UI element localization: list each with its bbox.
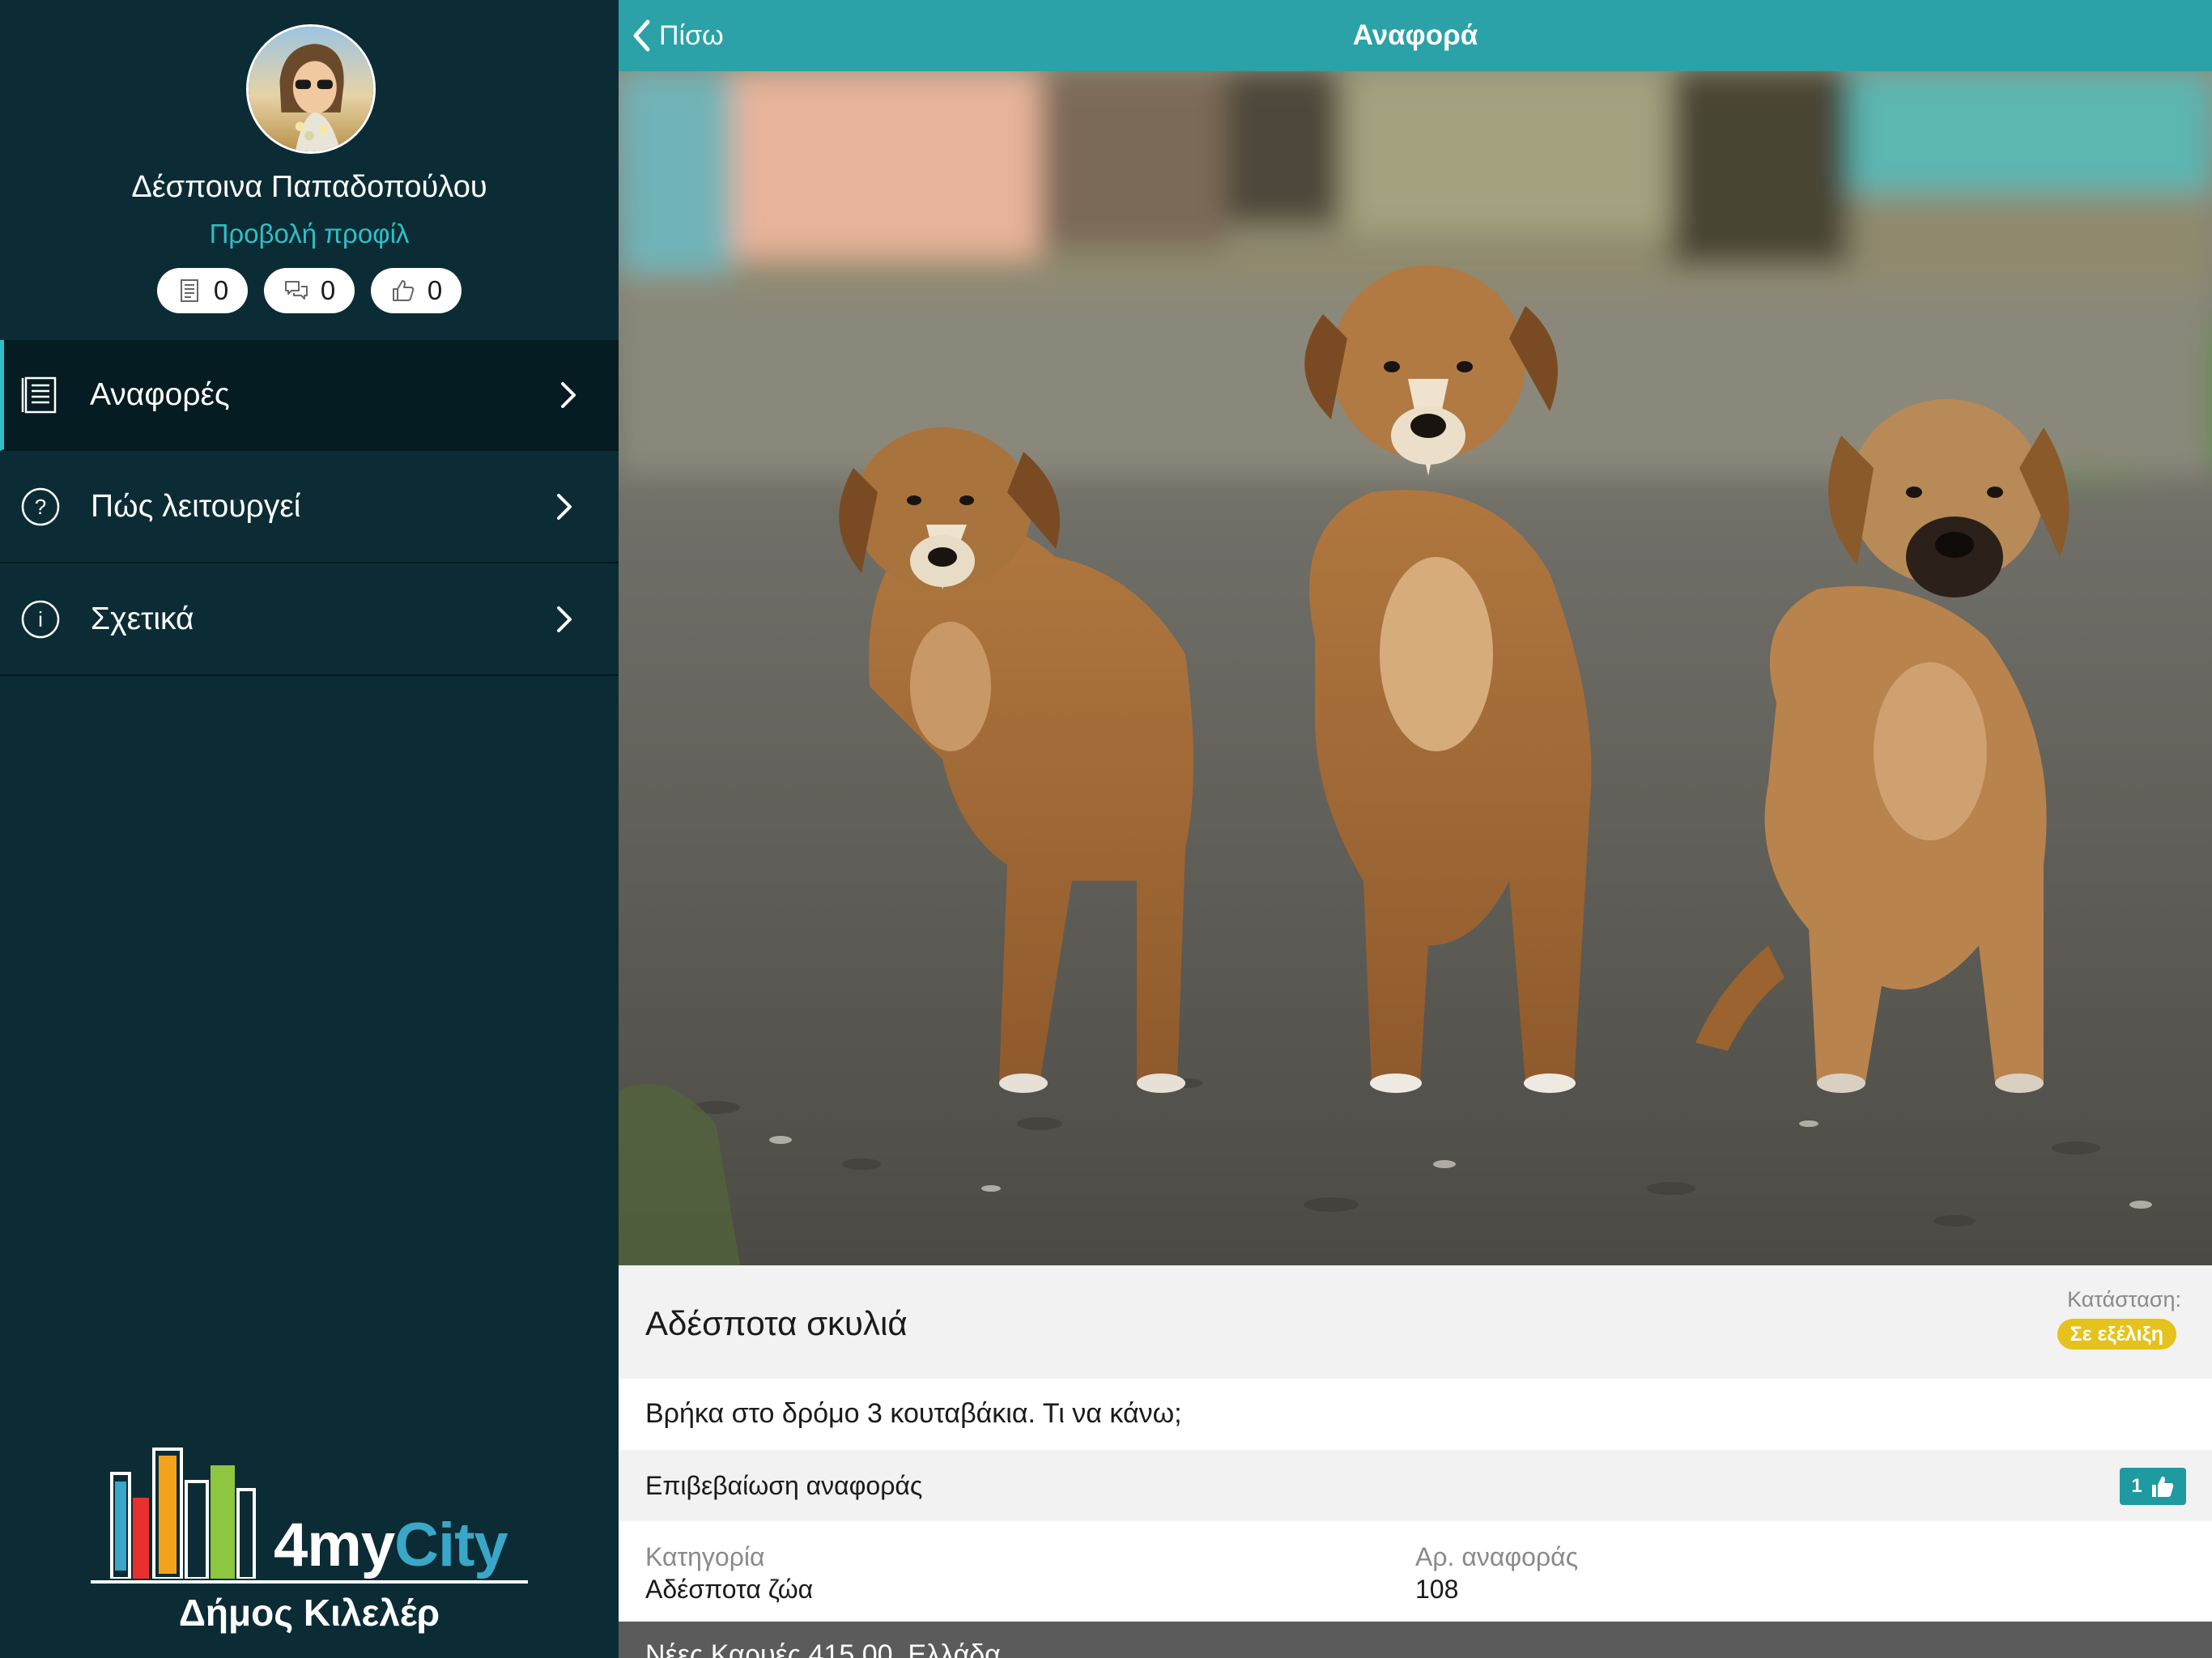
three-puppies-image <box>619 71 2212 1265</box>
sidebar-item-label: Σχετικά <box>91 601 194 636</box>
likes-count: 0 <box>427 275 443 305</box>
sidebar-menu: Αναφορές ? Πώς λειτουργεί i Σχετικά <box>0 340 619 676</box>
navigation-bar: Αναφορά Πίσω <box>619 0 2212 71</box>
likes-count-pill[interactable]: 0 <box>371 268 462 313</box>
comments-icon <box>284 281 308 300</box>
comments-count-pill[interactable]: 0 <box>264 268 355 313</box>
app-logo: 4myCity Δήμος Κιλελέρ <box>91 1433 528 1635</box>
reports-icon <box>180 279 198 302</box>
sidebar-item-reports[interactable]: Αναφορές <box>0 340 619 451</box>
confirm-report-row: Επιβεβαίωση αναφοράς 1 <box>619 1450 2212 1521</box>
report-description-row: Βρήκα στο δρόμο 3 κουταβάκια. Τι να κάνω… <box>619 1379 2212 1450</box>
back-button[interactable]: Πίσω <box>632 0 724 71</box>
report-address: Νέες Καρυές 415 00, Ελλάδα <box>645 1639 1001 1658</box>
confirm-report-label: Επιβεβαίωση αναφοράς <box>645 1471 923 1500</box>
sidebar-item-about[interactable]: i Σχετικά <box>0 563 619 676</box>
logo-brand: 4myCity <box>274 1510 508 1580</box>
report-meta: Κατηγορία Αδέσποτα ζώα Αρ. αναφοράς 108 <box>619 1521 2212 1622</box>
thumbs-up-icon <box>392 280 415 301</box>
back-label: Πίσω <box>659 19 724 51</box>
chevron-right-icon <box>555 605 573 634</box>
report-photo[interactable] <box>619 71 2212 1265</box>
user-name: Δέσποινα Παπαδοπούλου <box>131 170 487 204</box>
sidebar-item-label: Αναφορές <box>90 376 230 412</box>
logo-brand-prefix: 4my <box>274 1511 395 1579</box>
reports-icon <box>20 375 61 415</box>
user-stats: 0 0 0 <box>0 268 619 313</box>
chevron-left-icon <box>633 19 650 52</box>
avatar[interactable] <box>246 24 376 154</box>
logo-divider <box>91 1580 528 1584</box>
logo-brand-suffix: City <box>394 1511 508 1579</box>
info-circle-icon: i <box>20 599 61 640</box>
reports-count: 0 <box>213 275 229 305</box>
report-title: Αδέσποτα σκυλιά <box>645 1304 908 1342</box>
reports-count-pill[interactable]: 0 <box>157 268 248 313</box>
sidebar: Δέσποινα Παπαδοπούλου Προβολή προφίλ 0 0 <box>0 0 619 1658</box>
confirm-report-button[interactable]: 1 <box>2120 1468 2186 1505</box>
svg-text:?: ? <box>35 495 46 519</box>
logo-subtitle: Δήμος Κιλελέρ <box>178 1592 440 1634</box>
report-detail: Αναφορά Πίσω Αδέσποτα σκυλιά Κατάσταση: … <box>619 0 2212 1658</box>
category-field: Κατηγορία Αδέσποτα ζώα <box>645 1541 813 1605</box>
report-number-label: Αρ. αναφοράς <box>1415 1542 1578 1571</box>
report-number-value: 108 <box>1415 1575 1459 1604</box>
avatar-photo <box>249 27 373 151</box>
chevron-right-icon <box>559 380 577 410</box>
sidebar-item-how-it-works[interactable]: ? Πώς λειτουργεί <box>0 451 619 563</box>
chevron-right-icon <box>555 492 573 521</box>
view-profile-link[interactable]: Προβολή προφίλ <box>0 219 619 249</box>
address-bar: Νέες Καρυές 415 00, Ελλάδα <box>619 1622 2212 1658</box>
comments-count: 0 <box>320 275 336 305</box>
confirm-count: 1 <box>2131 1475 2142 1497</box>
thumbs-up-icon <box>2151 1476 2173 1497</box>
city-skyline-logo <box>110 1448 256 1579</box>
svg-text:i: i <box>38 607 43 631</box>
status-badge: Σε εξέλιξη <box>2057 1319 2176 1350</box>
sidebar-item-label: Πώς λειτουργεί <box>91 488 301 524</box>
status-label: Κατάσταση: <box>2067 1287 2181 1312</box>
category-value: Αδέσποτα ζώα <box>645 1575 814 1604</box>
report-number-field: Αρ. αναφοράς 108 <box>1415 1541 1578 1605</box>
question-circle-icon: ? <box>20 487 61 527</box>
page-title: Αναφορά <box>1352 19 1478 51</box>
report-description: Βρήκα στο δρόμο 3 κουταβάκια. Τι να κάνω… <box>645 1398 1182 1429</box>
category-label: Κατηγορία <box>645 1542 765 1571</box>
report-header: Αδέσποτα σκυλιά Κατάσταση: Σε εξέλιξη <box>619 1265 2212 1379</box>
